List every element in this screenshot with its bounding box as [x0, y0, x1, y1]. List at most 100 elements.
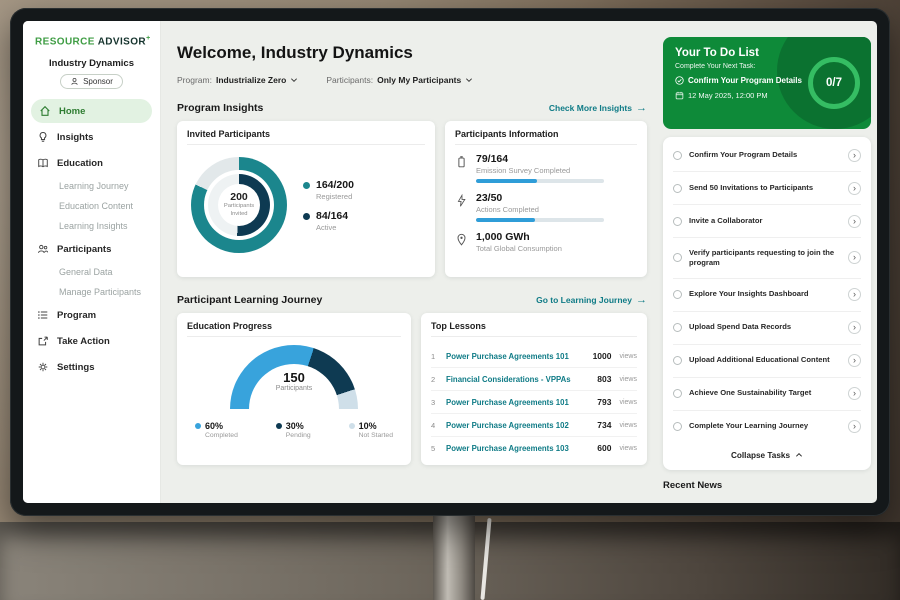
sidebar-item-manage-participants[interactable]: Manage Participants — [23, 282, 160, 302]
go-to-learning-journey-link[interactable]: Go to Learning Journey → — [536, 295, 647, 306]
lesson-title-link[interactable]: Power Purchase Agreements 103 — [446, 444, 591, 453]
sidebar-item-learning-insights[interactable]: Learning Insights — [23, 216, 160, 236]
lesson-title-link[interactable]: Financial Considerations - VPPAs — [446, 375, 591, 384]
chevron-up-icon — [795, 451, 803, 459]
task-checkbox[interactable] — [673, 217, 682, 226]
invited-participants-card: Invited Participants 200 Participants In… — [177, 121, 435, 277]
chevron-right-icon[interactable]: › — [848, 387, 861, 400]
legend-dot — [195, 423, 201, 429]
todo-progress-value: 0/7 — [826, 77, 842, 89]
sidebar-item-settings[interactable]: Settings — [23, 354, 160, 380]
filters-row: Program: Industrialize Zero Participants… — [177, 75, 647, 85]
sidebar-item-take-action[interactable]: Take Action — [23, 328, 160, 354]
legend-item-active: 84/164 Active — [303, 210, 354, 232]
arrow-right-icon: → — [636, 103, 647, 114]
chevron-right-icon[interactable]: › — [848, 251, 861, 264]
todo-due-label: 12 May 2025, 12:00 PM — [688, 91, 768, 100]
task-row[interactable]: Invite a Collaborator › — [673, 205, 861, 238]
home-icon — [39, 105, 51, 117]
recent-news-title: Recent News — [663, 480, 871, 491]
chevron-right-icon[interactable]: › — [848, 149, 861, 162]
lesson-title-link[interactable]: Power Purchase Agreements 101 — [446, 352, 587, 361]
collapse-tasks-link[interactable]: Collapse Tasks — [673, 443, 861, 468]
sidebar-item-learning-journey[interactable]: Learning Journey — [23, 176, 160, 196]
chevron-right-icon[interactable]: › — [848, 354, 861, 367]
legend-label: Registered — [316, 192, 354, 201]
lesson-views-label: views — [619, 445, 637, 452]
task-checkbox[interactable] — [673, 253, 682, 262]
task-row[interactable]: Send 50 Invitations to Participants › — [673, 172, 861, 205]
participants-filter[interactable]: Participants: Only My Participants — [326, 75, 473, 85]
task-row[interactable]: Verify participants requesting to join t… — [673, 238, 861, 279]
task-checkbox[interactable] — [673, 151, 682, 160]
card-title: Participants Information — [455, 129, 637, 145]
task-checkbox[interactable] — [673, 356, 682, 365]
lesson-title-link[interactable]: Power Purchase Agreements 102 — [446, 421, 591, 430]
task-row[interactable]: Explore Your Insights Dashboard › — [673, 279, 861, 312]
task-row[interactable]: Confirm Your Program Details › — [673, 139, 861, 172]
sidebar-item-education-content[interactable]: Education Content — [23, 196, 160, 216]
task-checkbox[interactable] — [673, 290, 682, 299]
book-icon — [37, 157, 49, 169]
legend-item-pending: 30%Pending — [276, 421, 311, 439]
lesson-title-link[interactable]: Power Purchase Agreements 101 — [446, 398, 591, 407]
sidebar-item-education[interactable]: Education — [23, 150, 160, 176]
sidebar-item-label: Settings — [57, 362, 94, 373]
task-label: Explore Your Insights Dashboard — [689, 289, 841, 299]
lesson-rank: 4 — [431, 421, 440, 430]
task-label: Invite a Collaborator — [689, 216, 841, 226]
legend-item-not-started: 10%Not Started — [349, 421, 393, 439]
info-row-consumption: 1,000 GWh Total Global Consumption — [455, 231, 637, 257]
invited-donut-chart: 200 Participants Invited — [191, 157, 287, 253]
lesson-views-label: views — [619, 353, 637, 360]
task-row[interactable]: Upload Spend Data Records › — [673, 312, 861, 345]
task-row[interactable]: Achieve One Sustainability Target › — [673, 378, 861, 411]
task-checkbox[interactable] — [673, 184, 682, 193]
legend-dot — [303, 213, 310, 220]
info-value: 1,000 GWh — [476, 231, 562, 243]
lightning-icon — [455, 194, 468, 208]
task-label: Achieve One Sustainability Target — [689, 388, 841, 398]
task-checkbox[interactable] — [673, 422, 682, 431]
org-name: Industry Dynamics — [23, 58, 160, 69]
chevron-right-icon[interactable]: › — [848, 215, 861, 228]
education-gauge-chart: 150 Participants — [230, 345, 358, 409]
location-pin-icon — [455, 233, 468, 247]
check-more-insights-link[interactable]: Check More Insights → — [549, 103, 647, 114]
gauge-center-label: Participants — [230, 385, 358, 392]
todo-next-task[interactable]: Confirm Your Program Details — [675, 76, 807, 85]
lesson-views-label: views — [619, 399, 637, 406]
sidebar-item-general-data[interactable]: General Data — [23, 262, 160, 282]
chevron-right-icon[interactable]: › — [848, 288, 861, 301]
program-filter-value: Industrialize Zero — [216, 75, 286, 85]
sponsor-badge[interactable]: Sponsor — [60, 74, 123, 89]
task-row[interactable]: Complete Your Learning Journey › — [673, 411, 861, 443]
sidebar-item-home[interactable]: Home — [31, 99, 152, 123]
sidebar-item-label: Insights — [57, 132, 93, 143]
todo-panel: Your To Do List Complete Your Next Task:… — [663, 37, 871, 491]
card-title: Top Lessons — [431, 321, 637, 337]
arrow-right-icon: → — [636, 295, 647, 306]
sidebar-item-participants[interactable]: Participants — [23, 236, 160, 262]
link-label: Go to Learning Journey — [536, 295, 632, 305]
lesson-rank: 2 — [431, 375, 440, 384]
task-checkbox[interactable] — [673, 323, 682, 332]
chevron-right-icon[interactable]: › — [848, 182, 861, 195]
task-checkbox[interactable] — [673, 389, 682, 398]
program-filter[interactable]: Program: Industrialize Zero — [177, 75, 298, 85]
program-filter-label: Program: — [177, 75, 212, 85]
info-row-actions: 23/50 Actions Completed — [455, 192, 637, 222]
sidebar-item-insights[interactable]: Insights — [23, 124, 160, 150]
sidebar: RESOURCE ADVISOR+ Industry Dynamics Spon… — [23, 21, 161, 503]
task-label: Upload Spend Data Records — [689, 322, 841, 332]
lesson-rank: 1 — [431, 352, 440, 361]
sponsor-label: Sponsor — [83, 77, 113, 86]
chevron-right-icon[interactable]: › — [848, 321, 861, 334]
task-row[interactable]: Upload Additional Educational Content › — [673, 345, 861, 378]
chevron-right-icon[interactable]: › — [848, 420, 861, 433]
legend-value: 84/164 — [316, 210, 348, 222]
monitor-stand — [433, 514, 475, 600]
main-content: Welcome, Industry Dynamics Program: Indu… — [161, 21, 659, 503]
link-label: Check More Insights — [549, 103, 632, 113]
sidebar-item-program[interactable]: Program — [23, 302, 160, 328]
